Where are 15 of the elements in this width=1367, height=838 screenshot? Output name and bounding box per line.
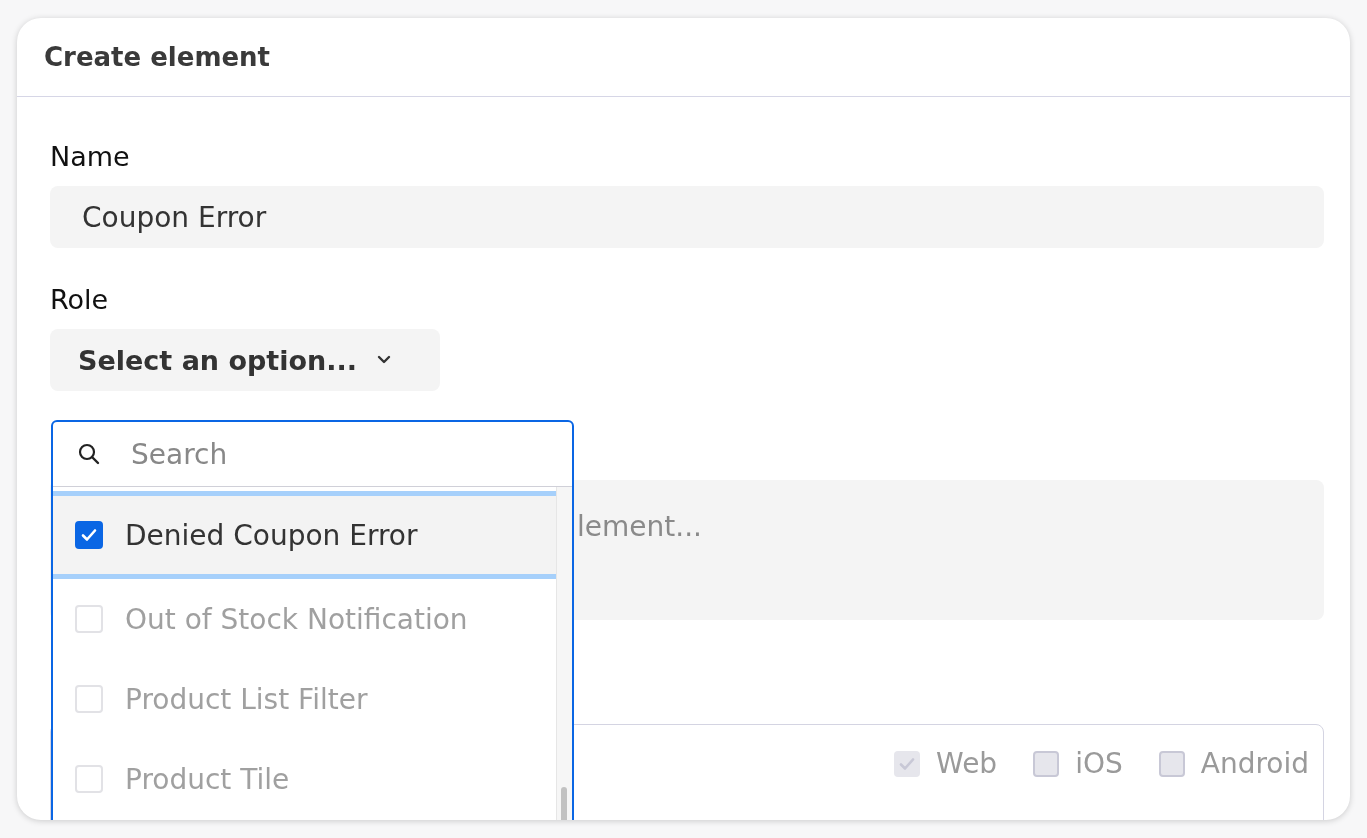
option-item[interactable]: Product List Filter <box>53 659 556 739</box>
field-label: Role <box>50 284 109 315</box>
dialog-title: Create element <box>44 42 271 72</box>
checkbox-label: Web <box>936 747 998 780</box>
name-field[interactable]: Coupon Error <box>50 186 1324 248</box>
field-label: Name <box>50 141 130 172</box>
search-icon <box>77 442 101 466</box>
chevron-down-icon <box>377 355 392 365</box>
option-item[interactable]: Product Tile <box>53 739 556 819</box>
search-field[interactable]: Search <box>53 422 572 487</box>
option-item[interactable]: Denied Coupon Error <box>53 491 556 579</box>
checkbox[interactable] <box>75 521 103 549</box>
role-dropdown[interactable]: Select an option... <box>50 329 440 391</box>
checkbox-label: iOS <box>1075 747 1123 780</box>
checkbox-label: Android <box>1200 747 1309 780</box>
